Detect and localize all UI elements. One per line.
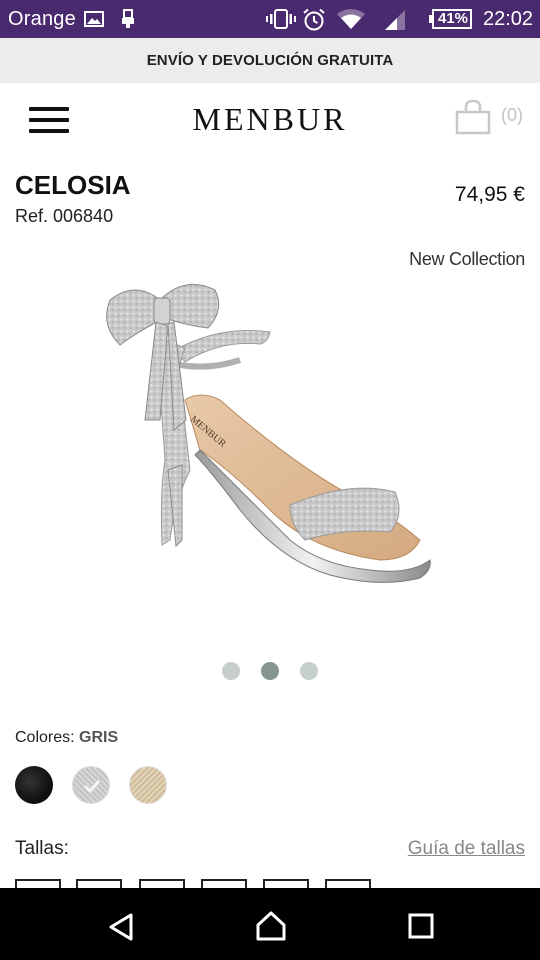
- product-image[interactable]: MENBUR: [90, 270, 450, 600]
- vibrate-icon: [266, 9, 296, 29]
- shopping-bag-icon[interactable]: [455, 99, 491, 135]
- signal-icon: [385, 10, 405, 30]
- product-price: 74,95 €: [454, 183, 525, 206]
- carrier-name: Orange: [8, 8, 76, 30]
- product-name: CELOSIA: [15, 170, 131, 200]
- color-swatch-gris[interactable]: [72, 766, 110, 804]
- recent-apps-icon[interactable]: [408, 913, 434, 939]
- clock: 22:02: [483, 8, 534, 30]
- alarm-icon: [303, 8, 325, 31]
- product-reference: Ref. 006840: [15, 206, 114, 226]
- carousel-dot[interactable]: [300, 662, 318, 680]
- sizes-label: Tallas:: [15, 838, 69, 859]
- check-icon: [83, 779, 101, 794]
- image-carousel-dots: [0, 662, 540, 680]
- color-swatch-black[interactable]: [15, 766, 53, 804]
- carousel-dot-active[interactable]: [261, 662, 279, 680]
- image-notification-icon: [84, 11, 104, 27]
- android-nav-bar: [0, 888, 540, 960]
- size-guide-link[interactable]: Guía de tallas: [408, 838, 525, 860]
- cart-count[interactable]: (0): [501, 105, 523, 126]
- home-icon[interactable]: [255, 910, 287, 942]
- promo-text: ENVÍO Y DEVOLUCIÓN GRATUITA: [146, 52, 394, 69]
- colors-label: Colores: GRIS: [15, 729, 118, 747]
- status-bar: Orange 41% 22:02: [0, 0, 540, 38]
- color-swatch-gold[interactable]: [129, 766, 167, 804]
- battery-level: 41%: [438, 10, 469, 27]
- carousel-dot[interactable]: [222, 662, 240, 680]
- back-icon[interactable]: [107, 912, 135, 942]
- wifi-icon: [337, 9, 365, 29]
- new-collection-badge: New Collection: [409, 249, 525, 269]
- usb-icon: [122, 9, 134, 28]
- selected-color: GRIS: [79, 729, 119, 746]
- colors-label-text: Colores:: [15, 729, 75, 746]
- site-header: MENBUR (0): [0, 83, 540, 158]
- promo-banner: ENVÍO Y DEVOLUCIÓN GRATUITA: [0, 38, 540, 83]
